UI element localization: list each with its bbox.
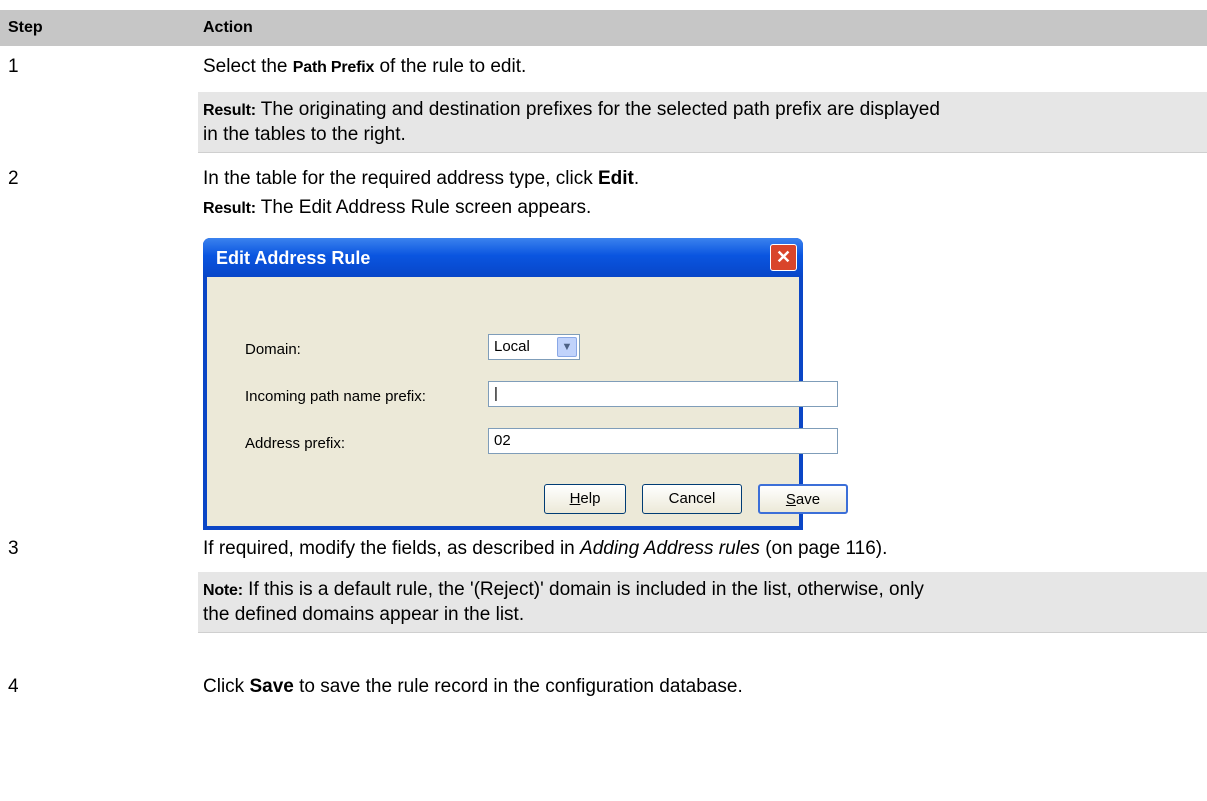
incoming-path-label: Incoming path name prefix: (245, 388, 426, 405)
adding-address-rules-link[interactable]: Adding Address rules (580, 538, 760, 559)
address-prefix-input[interactable]: 02 (488, 428, 838, 454)
step-3-instruction: If required, modify the fields, as descr… (203, 538, 888, 559)
step-number-4: 4 (8, 676, 19, 697)
edit-address-rule-dialog: Edit Address Rule ✕ Domain: Local ▼ Inco… (203, 238, 848, 530)
step-4-instruction: Click Save to save the rule record in th… (203, 676, 743, 697)
close-icon[interactable]: ✕ (770, 244, 797, 271)
incoming-path-name-prefix-input[interactable]: | (488, 381, 838, 407)
dialog-title: Edit Address Rule (216, 248, 371, 268)
dialog-body: Domain: Local ▼ Incoming path name prefi… (207, 277, 848, 526)
dialog-title-bar: Edit Address Rule (203, 238, 803, 277)
step-1-result-box: Result: The originating and destination … (198, 92, 1207, 153)
save-button[interactable]: Save (758, 484, 848, 514)
step-number-3: 3 (8, 538, 19, 559)
help-button[interactable]: Help (544, 484, 626, 514)
step-2-result: Result: The Edit Address Rule screen app… (203, 197, 592, 218)
step-1-instruction: Select the Path Prefix of the rule to ed… (203, 56, 527, 77)
step-3-note-box: Note: If this is a default rule, the '(R… (198, 572, 1207, 633)
chevron-down-icon[interactable]: ▼ (557, 337, 577, 357)
table-header: Step Action (0, 10, 1207, 46)
step-2-instruction: In the table for the required address ty… (203, 168, 640, 189)
domain-label: Domain: (245, 341, 301, 358)
address-prefix-label: Address prefix: (245, 435, 346, 452)
domain-select[interactable]: Local ▼ (488, 334, 580, 360)
step-number-1: 1 (8, 56, 19, 77)
header-action: Action (203, 19, 253, 36)
step-number-2: 2 (8, 168, 19, 189)
cancel-button[interactable]: Cancel (642, 484, 742, 514)
header-step: Step (8, 19, 43, 36)
